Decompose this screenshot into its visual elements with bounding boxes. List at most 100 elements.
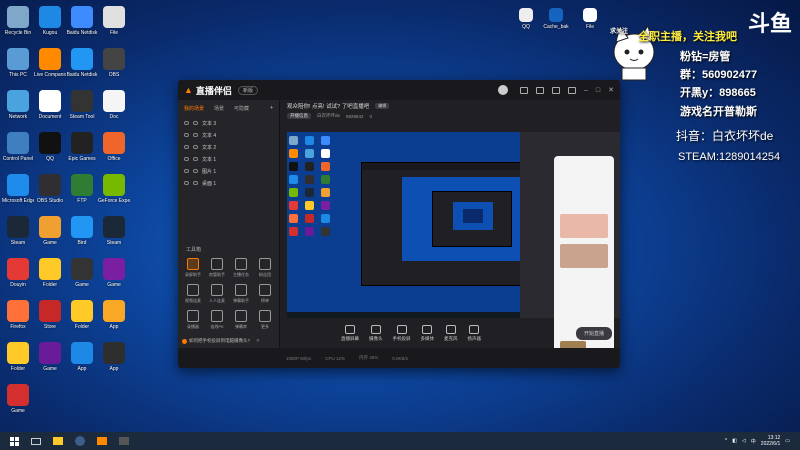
desktop-icon[interactable]: GeForce Experience xyxy=(98,174,130,214)
file-explorer-icon[interactable] xyxy=(50,434,66,448)
tool-item[interactable]: 榜单 xyxy=(254,284,276,304)
steam-icon[interactable] xyxy=(72,434,88,448)
desktop-icon[interactable]: Office xyxy=(98,132,130,172)
eye-icon[interactable] xyxy=(184,121,189,125)
lock-icon[interactable] xyxy=(193,145,198,149)
desktop-icon[interactable]: Bird xyxy=(66,216,98,256)
desktop-icon[interactable]: Game xyxy=(2,384,34,424)
desktop-icon[interactable]: Live Companion xyxy=(34,48,66,88)
eye-icon[interactable] xyxy=(184,181,189,185)
close-icon[interactable]: ✕ xyxy=(608,86,614,94)
lock-icon[interactable] xyxy=(193,133,198,137)
notice-text[interactable]: 如何把手机投屏到电脑摄像头? xyxy=(189,338,250,344)
tool-item[interactable]: 粉丝团 xyxy=(254,258,276,278)
scene-item[interactable]: 图片 1 xyxy=(178,165,279,177)
app-task-icon[interactable] xyxy=(116,434,132,448)
volume-icon[interactable]: ◁ xyxy=(742,438,746,444)
desktop-icon[interactable]: This PC xyxy=(2,48,34,88)
start-live-button[interactable]: 开始直播 xyxy=(575,326,612,340)
room-title[interactable]: 观众陪你! 点亮! 试试? 了吧直播吧 xyxy=(287,102,369,110)
scene-item[interactable]: 文本 3 xyxy=(178,117,279,129)
bottom-tool-button[interactable]: 摄像头 xyxy=(369,324,383,342)
desktop-icon[interactable]: Douyin xyxy=(2,258,34,298)
tool-item[interactable]: 更多 xyxy=(254,310,276,330)
desktop-icon[interactable]: Document xyxy=(34,90,66,130)
scene-item[interactable]: 文本 1 xyxy=(178,153,279,165)
notification-icon[interactable]: ▭ xyxy=(785,438,790,444)
eye-icon[interactable] xyxy=(184,157,189,161)
bottom-tool-button[interactable]: 扬声器 xyxy=(468,324,481,342)
clock[interactable]: 13:12 2022/6/1 xyxy=(761,435,780,447)
chevron-up-icon[interactable]: ^ xyxy=(725,438,727,444)
tab-scenes[interactable]: 场景 xyxy=(214,105,224,112)
eye-icon[interactable] xyxy=(184,145,189,149)
maximize-icon[interactable]: □ xyxy=(596,87,600,94)
desktop-icon[interactable]: Kugou xyxy=(34,6,66,46)
version-badge[interactable]: 新版 xyxy=(237,85,258,95)
scene-item[interactable]: 文本 2 xyxy=(178,141,279,153)
desktop-icon[interactable]: Folder xyxy=(34,258,66,298)
eye-icon[interactable] xyxy=(184,169,189,173)
eye-icon[interactable] xyxy=(184,133,189,137)
tool-item[interactable]: 主播任务 xyxy=(230,258,252,278)
desktop-icon[interactable]: Steam xyxy=(98,216,130,256)
scene-item[interactable]: 桌面 1 xyxy=(178,177,279,189)
desktop-icon[interactable]: Cache_bak xyxy=(540,8,572,48)
lock-icon[interactable] xyxy=(193,181,198,185)
network-icon[interactable]: ◧ xyxy=(732,438,737,444)
tool-item[interactable]: 弹幕库 xyxy=(230,310,252,330)
lock-icon[interactable] xyxy=(193,157,198,161)
bottom-tool-button[interactable]: 麦克风 xyxy=(444,324,458,342)
message-icon[interactable] xyxy=(519,86,528,94)
tool-item[interactable]: 人人连麦 xyxy=(206,284,228,304)
desktop-icon[interactable]: Firefox xyxy=(2,300,34,340)
tool-item[interactable]: 弹幕助手 xyxy=(230,284,252,304)
gift-icon[interactable] xyxy=(535,86,544,94)
notice-close-icon[interactable]: ✕ xyxy=(256,338,260,344)
bottom-tool-button[interactable]: 手机投屏 xyxy=(393,324,411,342)
desktop-icon[interactable]: File xyxy=(98,6,130,46)
tab-hidden[interactable]: 可隐藏 xyxy=(234,105,249,112)
stream-info-button[interactable]: 开播信息 xyxy=(287,113,311,119)
user-avatar[interactable] xyxy=(497,85,508,95)
desktop-icon[interactable]: Steam xyxy=(2,216,34,256)
minimize-icon[interactable]: – xyxy=(584,87,588,94)
input-method-icon[interactable]: 中 xyxy=(751,438,756,445)
desktop-icon[interactable]: Baidu Netdisk xyxy=(66,6,98,46)
notice-bar[interactable]: 如何把手机投屏到电脑摄像头? ✕ xyxy=(182,338,260,344)
tool-item[interactable]: 房管助手 xyxy=(206,258,228,278)
desktop-icon[interactable]: App xyxy=(98,300,130,340)
settings-icon[interactable] xyxy=(551,86,560,94)
desktop-icon[interactable]: Recycle Bin xyxy=(2,6,34,46)
desktop-icon[interactable]: Game xyxy=(98,258,130,298)
desktop-icon[interactable]: QQ xyxy=(34,132,66,172)
desktop-icon[interactable]: Network xyxy=(2,90,34,130)
tool-item[interactable]: 连线PK xyxy=(206,310,228,330)
bottom-tool-button[interactable]: 多媒体 xyxy=(421,324,434,342)
desktop-icon[interactable]: Baidu Netdisk xyxy=(66,48,98,88)
desktop-icon[interactable]: Folder xyxy=(2,342,34,382)
desktop-icon[interactable]: Folder xyxy=(66,300,98,340)
desktop-icon[interactable]: Store xyxy=(34,300,66,340)
tool-item[interactable]: 录屏助手 xyxy=(182,258,204,278)
desktop-icon[interactable]: OBS Studio xyxy=(34,174,66,214)
desktop-icon[interactable]: App xyxy=(66,342,98,382)
desktop-icon[interactable]: OBS xyxy=(98,48,130,88)
desktop-icon[interactable]: Epic Games xyxy=(66,132,98,172)
desktop-icon[interactable]: Game xyxy=(66,258,98,298)
room-edit-tag[interactable]: 编辑 xyxy=(375,102,390,109)
scene-item[interactable]: 文本 4 xyxy=(178,129,279,141)
desktop-icon[interactable]: FTP xyxy=(66,174,98,214)
start-button[interactable] xyxy=(6,434,22,448)
desktop-icon[interactable]: Doc xyxy=(98,90,130,130)
desktop-icon[interactable]: QQ xyxy=(510,8,542,48)
lock-icon[interactable] xyxy=(193,169,198,173)
desktop-icon[interactable]: Game xyxy=(34,216,66,256)
desktop-icon[interactable]: Steam Tool xyxy=(66,90,98,130)
tool-item[interactable]: 视频连麦 xyxy=(182,284,204,304)
task-view-icon[interactable] xyxy=(28,434,44,448)
live-companion-task-icon[interactable] xyxy=(94,434,110,448)
tool-item[interactable]: 录播器 xyxy=(182,310,204,330)
desktop-icon[interactable]: Microsoft Edge xyxy=(2,174,34,214)
menu-icon[interactable] xyxy=(567,86,576,94)
